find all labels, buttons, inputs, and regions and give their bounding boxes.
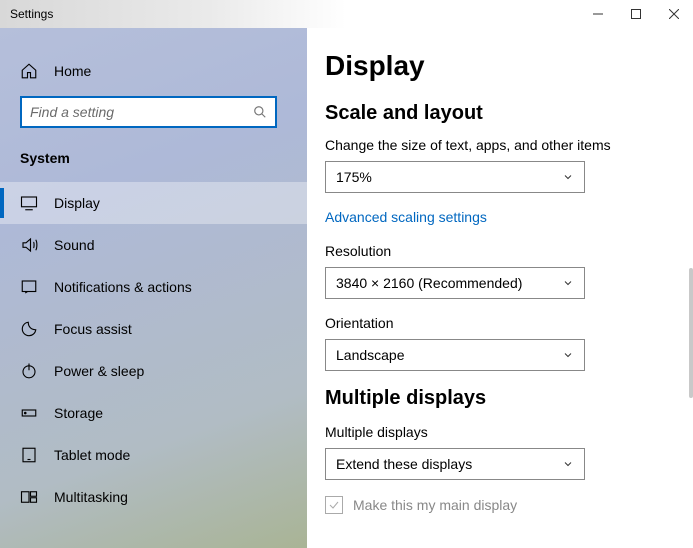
scale-select[interactable]: 175%: [325, 161, 585, 193]
multi-displays-value: Extend these displays: [336, 456, 472, 472]
search-box[interactable]: [20, 96, 277, 128]
advanced-scaling-link[interactable]: Advanced scaling settings: [325, 209, 487, 225]
nav-item-notifications[interactable]: Notifications & actions: [0, 266, 307, 308]
multi-displays-label: Multiple displays: [325, 424, 665, 440]
nav-item-storage[interactable]: Storage: [0, 392, 307, 434]
resolution-value: 3840 × 2160 (Recommended): [336, 275, 522, 291]
close-button[interactable]: [655, 0, 693, 28]
nav-item-focus-assist[interactable]: Focus assist: [0, 308, 307, 350]
chevron-down-icon: [562, 458, 574, 470]
nav-label: Storage: [54, 405, 103, 421]
chevron-down-icon: [562, 277, 574, 289]
home-label: Home: [54, 63, 91, 79]
multitasking-icon: [20, 488, 38, 506]
search-input[interactable]: [30, 104, 253, 120]
close-icon: [669, 9, 679, 19]
sound-icon: [20, 236, 38, 254]
nav-label: Sound: [54, 237, 94, 253]
scale-label: Change the size of text, apps, and other…: [325, 137, 665, 153]
nav-item-power-sleep[interactable]: Power & sleep: [0, 350, 307, 392]
storage-icon: [20, 404, 38, 422]
nav-label: Power & sleep: [54, 363, 144, 379]
settings-window: Settings Home: [0, 0, 693, 548]
titlebar: Settings: [0, 0, 693, 28]
maximize-icon: [631, 9, 641, 19]
orientation-label: Orientation: [325, 315, 665, 331]
focus-assist-icon: [20, 320, 38, 338]
nav-item-sound[interactable]: Sound: [0, 224, 307, 266]
page-title: Display: [325, 50, 665, 82]
chevron-down-icon: [562, 349, 574, 361]
main-display-checkbox-row: Make this my main display: [325, 496, 665, 514]
nav-item-tablet-mode[interactable]: Tablet mode: [0, 434, 307, 476]
scale-value: 175%: [336, 169, 372, 185]
window-controls: [579, 0, 693, 28]
window-body: Home System Display: [0, 28, 693, 548]
check-icon: [328, 499, 340, 511]
content-pane: Display Scale and layout Change the size…: [307, 28, 693, 548]
section-multiple-displays: Multiple displays: [325, 387, 665, 410]
display-icon: [20, 194, 38, 212]
maximize-button[interactable]: [617, 0, 655, 28]
home-icon: [20, 62, 38, 80]
nav-item-display[interactable]: Display: [0, 182, 307, 224]
orientation-value: Landscape: [336, 347, 405, 363]
search-container: [0, 88, 307, 142]
nav-item-multitasking[interactable]: Multitasking: [0, 476, 307, 518]
tablet-icon: [20, 446, 38, 464]
scrollbar[interactable]: [689, 268, 693, 398]
search-icon: [253, 105, 267, 119]
window-title: Settings: [10, 7, 53, 21]
minimize-button[interactable]: [579, 0, 617, 28]
minimize-icon: [593, 9, 603, 19]
nav-label: Display: [54, 195, 100, 211]
section-scale-layout: Scale and layout: [325, 102, 665, 125]
resolution-select[interactable]: 3840 × 2160 (Recommended): [325, 267, 585, 299]
orientation-select[interactable]: Landscape: [325, 339, 585, 371]
chevron-down-icon: [562, 171, 574, 183]
multi-displays-select[interactable]: Extend these displays: [325, 448, 585, 480]
resolution-label: Resolution: [325, 243, 665, 259]
sidebar: Home System Display: [0, 28, 307, 548]
notifications-icon: [20, 278, 38, 296]
power-icon: [20, 362, 38, 380]
main-display-label: Make this my main display: [353, 497, 517, 513]
category-heading: System: [0, 142, 307, 174]
nav-label: Multitasking: [54, 489, 128, 505]
nav-label: Notifications & actions: [54, 279, 192, 295]
nav-label: Focus assist: [54, 321, 132, 337]
main-display-checkbox: [325, 496, 343, 514]
home-nav[interactable]: Home: [0, 54, 307, 88]
nav-label: Tablet mode: [54, 447, 130, 463]
nav-list: Display Sound Notifications & actions: [0, 182, 307, 518]
